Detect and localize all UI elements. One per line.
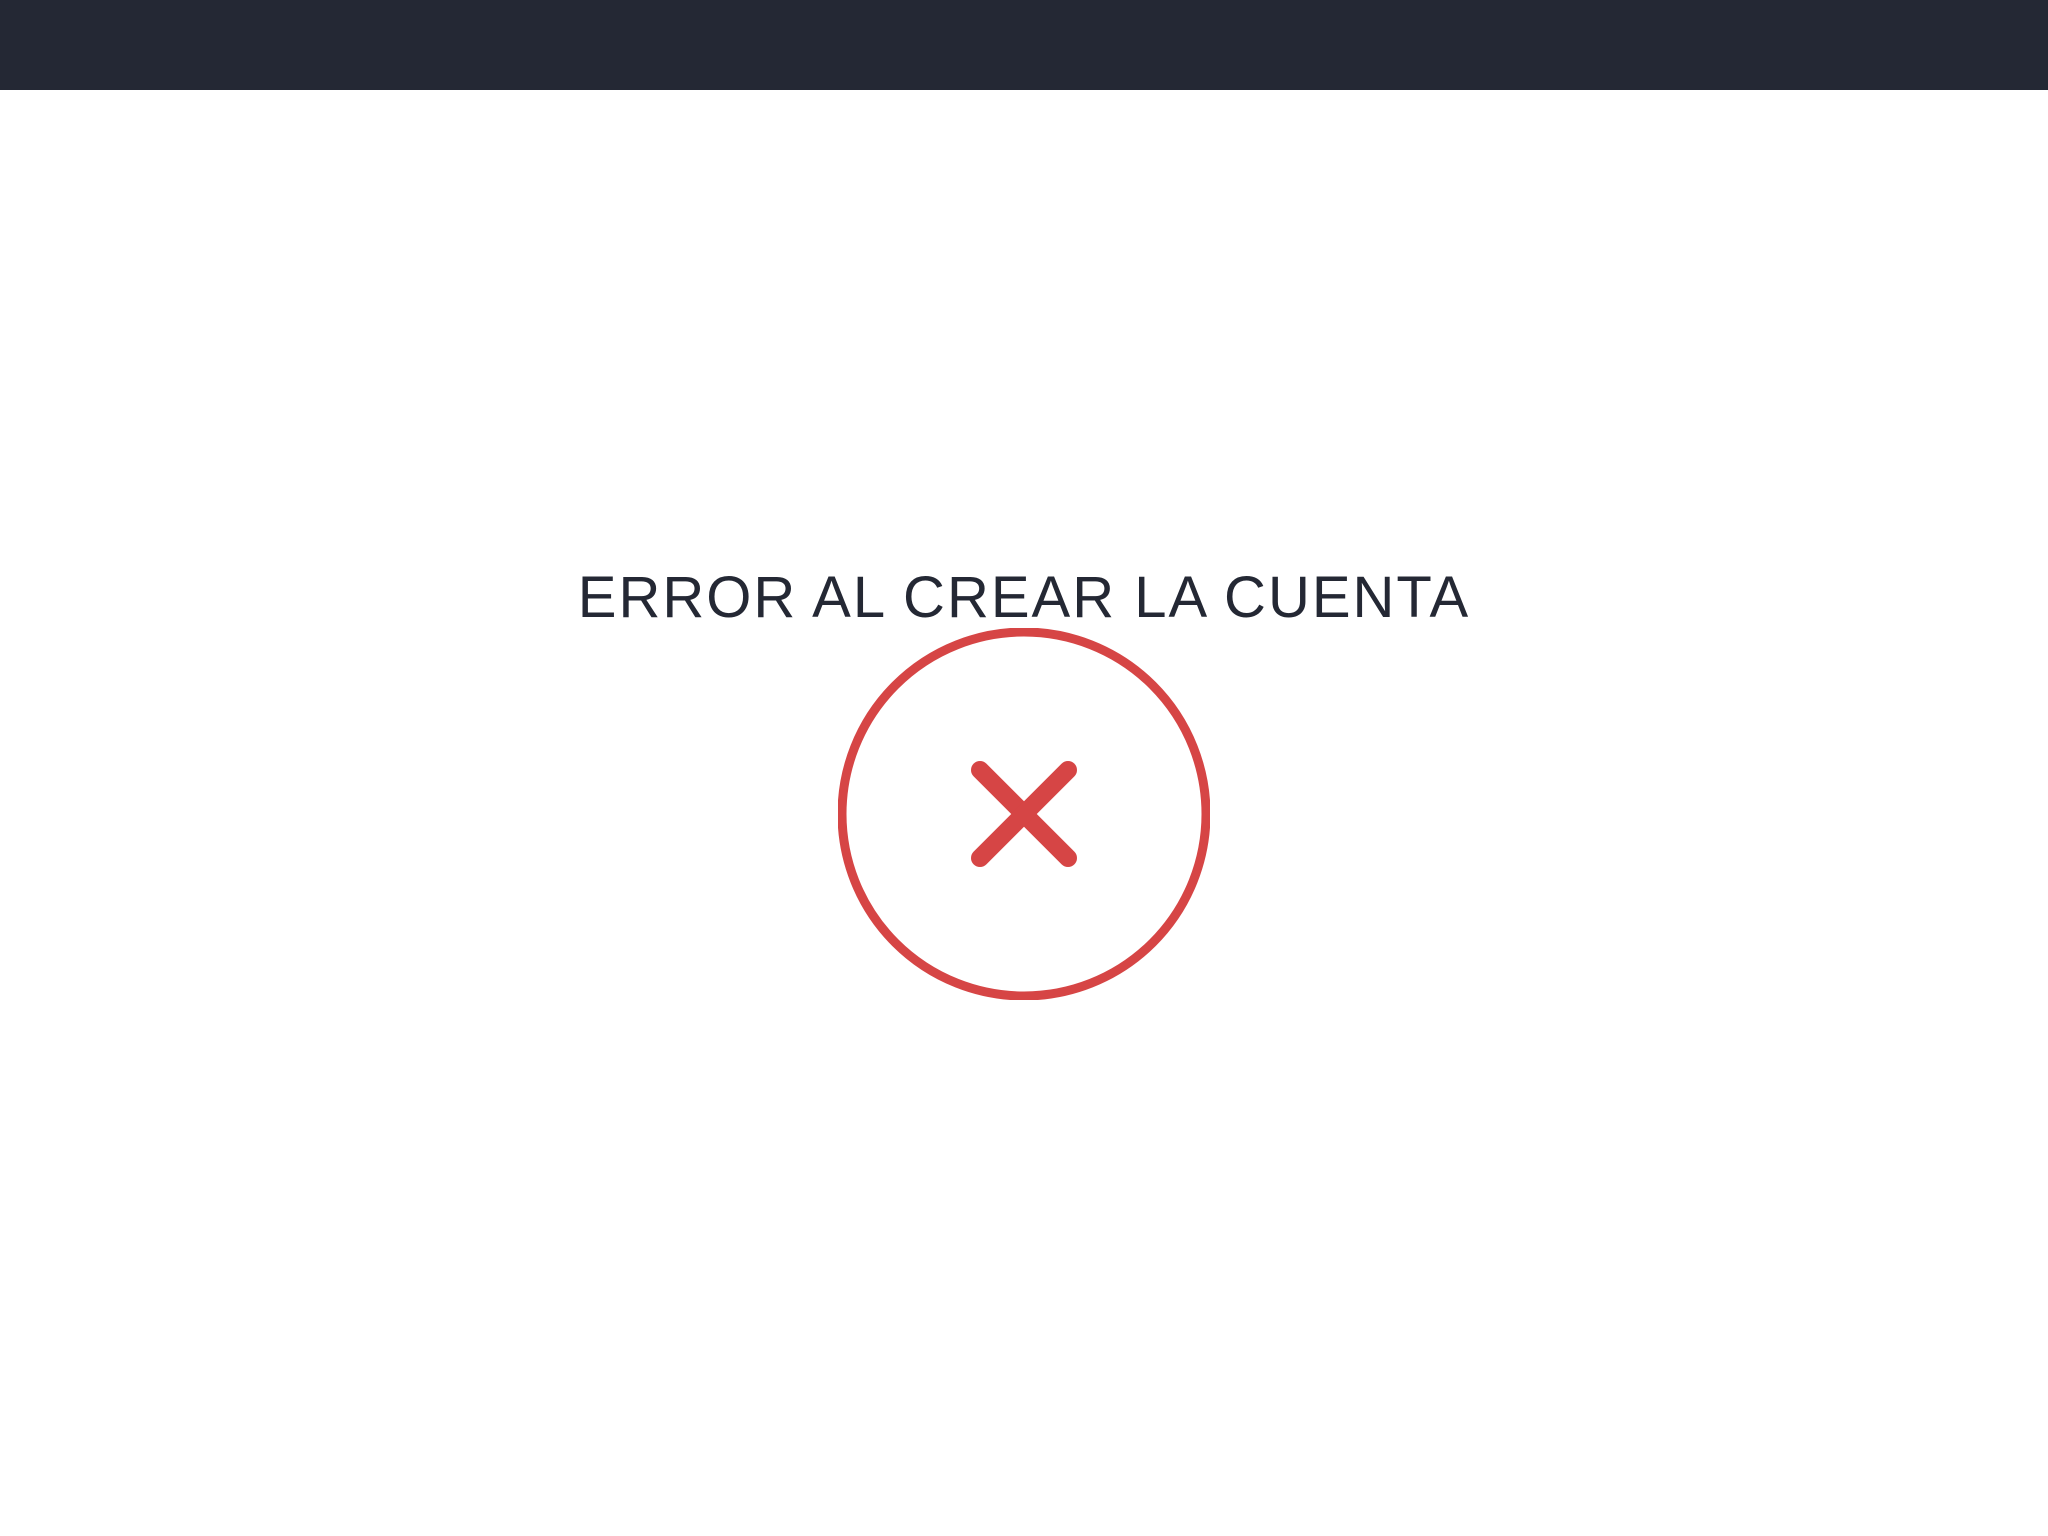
top-bar bbox=[0, 0, 2048, 90]
close-icon bbox=[971, 761, 1077, 867]
page-title: ERROR AL CREAR LA CUENTA bbox=[577, 565, 1471, 630]
error-x-circle-graphic bbox=[838, 628, 1210, 1000]
error-x-circle-icon bbox=[838, 628, 1210, 1000]
